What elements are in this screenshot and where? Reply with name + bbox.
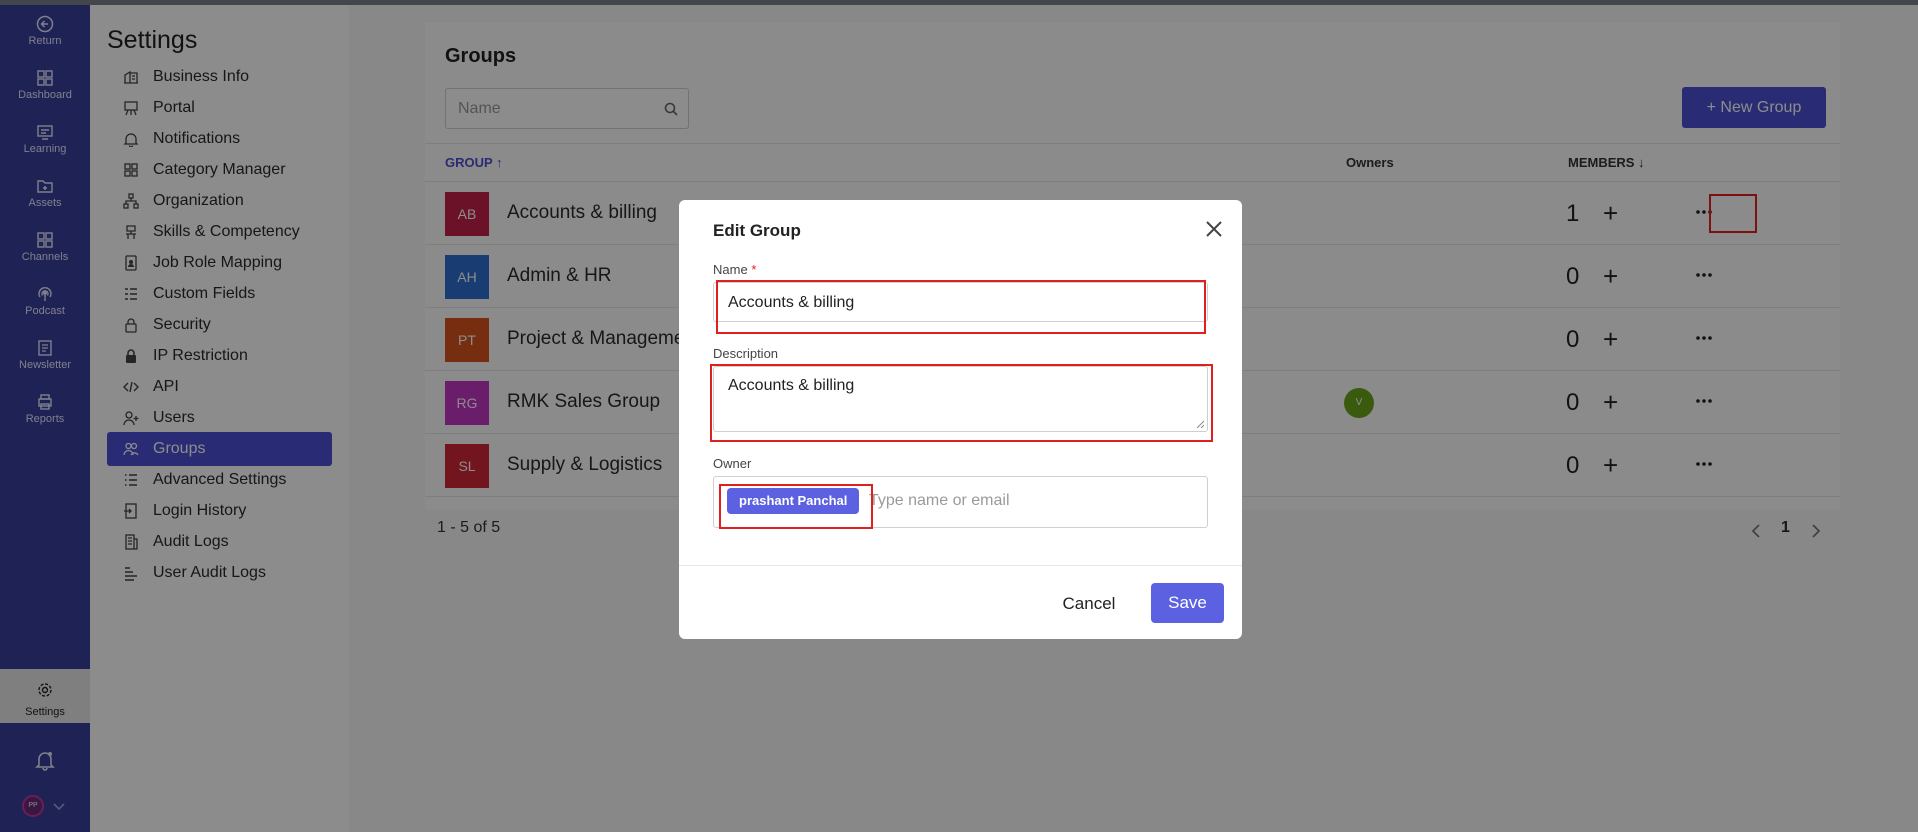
resize-handle-icon[interactable] xyxy=(1195,419,1205,429)
save-button[interactable]: Save xyxy=(1151,583,1224,623)
owner-chip[interactable]: prashant Panchal xyxy=(727,488,860,514)
cancel-button[interactable]: Cancel xyxy=(1054,586,1124,622)
dialog-title: Edit Group xyxy=(713,221,801,240)
description-field-box: Accounts & billing xyxy=(713,366,1208,432)
description-label: Description xyxy=(713,346,779,361)
required-marker: * xyxy=(751,262,757,277)
owner-search-input[interactable] xyxy=(869,488,1169,514)
owner-label: Owner xyxy=(713,456,752,471)
name-input[interactable] xyxy=(728,292,1188,314)
owner-field-box: prashant Panchal xyxy=(713,476,1208,528)
description-textarea[interactable]: Accounts & billing xyxy=(728,377,1193,425)
close-icon[interactable] xyxy=(1202,217,1226,241)
dialog-divider xyxy=(679,565,1242,566)
name-label-text: Name xyxy=(713,262,748,277)
edit-group-dialog: Edit Group Name * Description Accounts &… xyxy=(679,200,1242,639)
name-label: Name * xyxy=(713,262,756,277)
name-field-box xyxy=(713,282,1208,322)
